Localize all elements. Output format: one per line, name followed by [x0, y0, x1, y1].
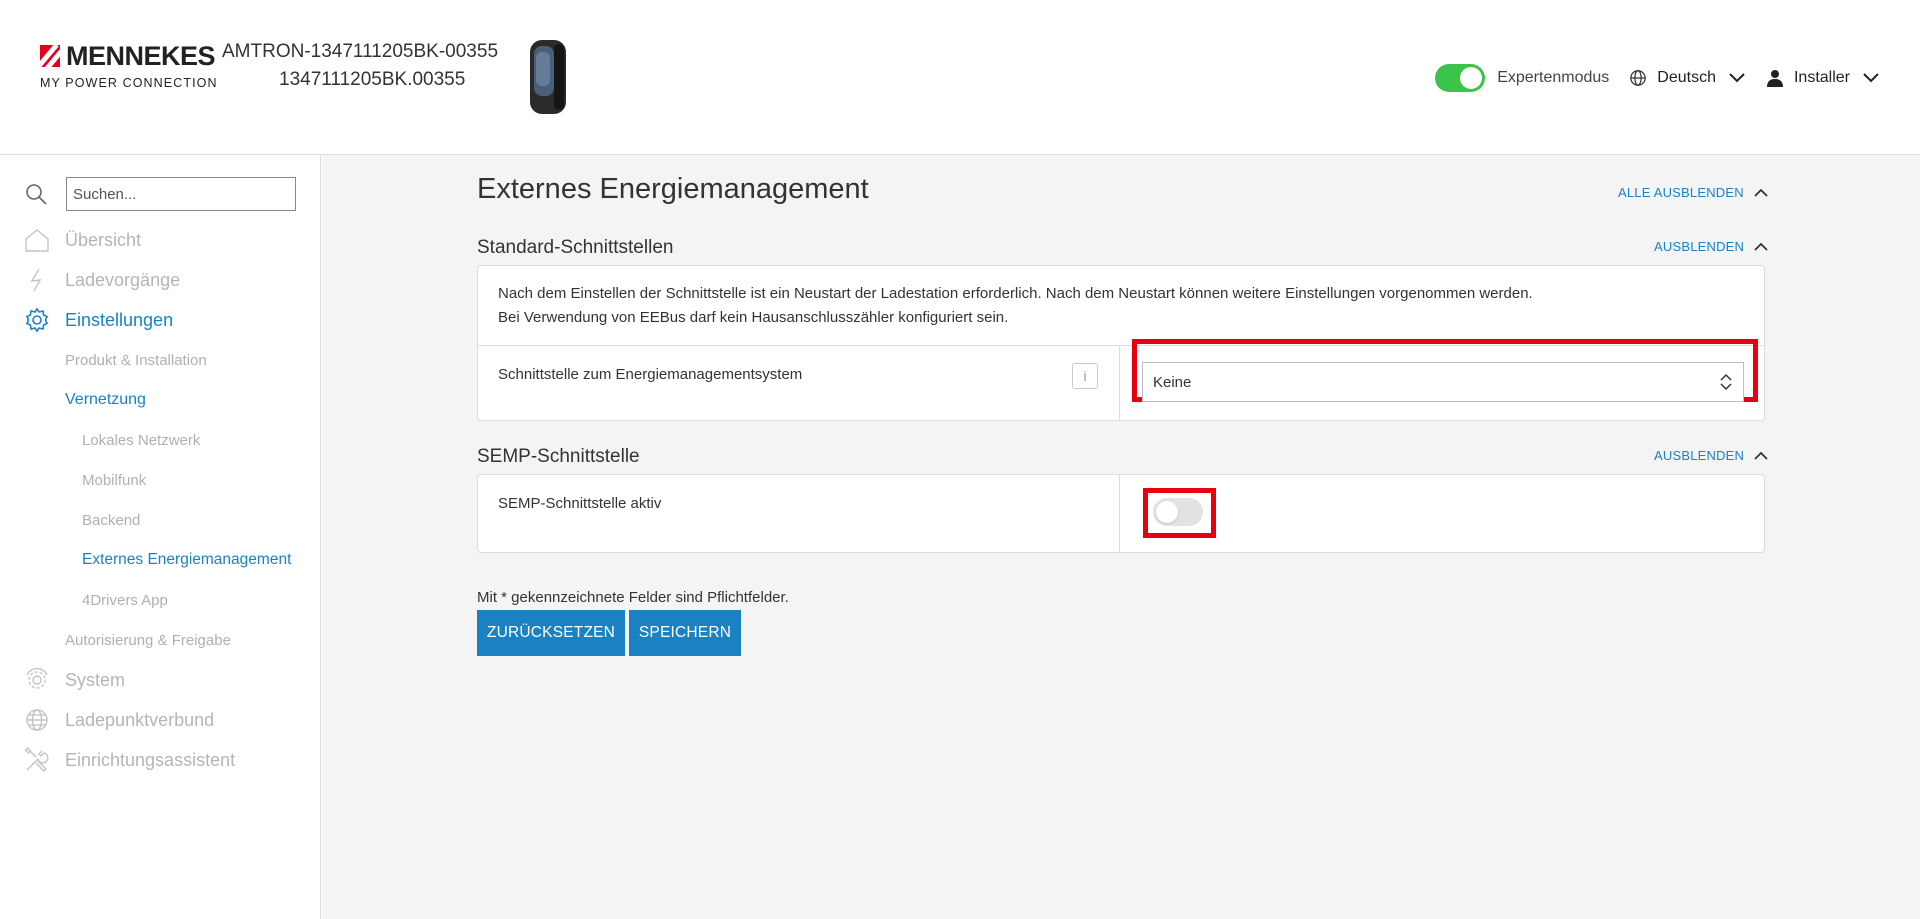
- collapse-all-label: ALLE AUSBLENDEN: [1618, 185, 1744, 200]
- expert-mode-toggle[interactable]: [1435, 64, 1486, 92]
- eebus-note-line: Bei Verwendung von EEBus darf kein Hausa…: [498, 309, 1009, 326]
- collapse-section-button[interactable]: AUSBLENDEN: [1654, 239, 1768, 254]
- expert-mode-label: Expertenmodus: [1497, 69, 1610, 86]
- row-label: Schnittstelle zum Energiemanagementsyste…: [498, 366, 803, 383]
- tools-icon: [24, 747, 49, 772]
- sidebar-item-4drivers-app[interactable]: 4Drivers App: [82, 585, 168, 615]
- lightning-icon: [30, 268, 42, 292]
- mennekes-logo[interactable]: MENNEKES MY POWER CONNECTION: [40, 41, 218, 90]
- sidebar-item-label: Externes Energiemanagement: [82, 551, 292, 568]
- semp-panel: SEMP-Schnittstelle aktiv: [477, 474, 1765, 553]
- globe-icon: [1630, 70, 1647, 86]
- sidebar-item-label: Produkt & Installation: [65, 351, 207, 369]
- sidebar-item-system[interactable]: System: [24, 665, 125, 695]
- search-input[interactable]: [66, 177, 296, 211]
- page-title: Externes Energiemanagement: [477, 173, 869, 205]
- sidebar-item-label: Übersicht: [65, 229, 142, 250]
- section-title-semp: SEMP-Schnittstelle: [477, 446, 640, 467]
- gear-icon: [25, 307, 49, 333]
- collapse-section-button[interactable]: AUSBLENDEN: [1654, 448, 1768, 463]
- section-title-standard-schnittstellen: Standard-Schnittstellen: [477, 237, 674, 258]
- collapse-section-label: AUSBLENDEN: [1654, 448, 1745, 463]
- device-name: AMTRON-1347111205BK-00355: [222, 41, 499, 62]
- reset-button[interactable]: ZURÜCKSETZEN: [477, 610, 625, 656]
- chevron-up-icon: [1754, 188, 1768, 197]
- semp-active-toggle[interactable]: [1153, 498, 1203, 526]
- chevron-down-icon: [1863, 73, 1879, 83]
- logo-word: MENNEKES: [65, 41, 216, 71]
- restart-note: Nach dem Einstellen der Schnittstelle is…: [498, 282, 1533, 330]
- sidebar-item-ladepunktverbund[interactable]: Ladepunktverbund: [24, 705, 214, 735]
- chevron-up-icon: [1754, 451, 1768, 460]
- sidebar: Übersicht Ladevorgänge Einstellungen Pro…: [0, 155, 321, 919]
- sidebar-item-einstellungen[interactable]: Einstellungen: [24, 305, 173, 335]
- sidebar-item-autorisierung-freigabe[interactable]: Autorisierung & Freigabe: [65, 625, 231, 655]
- sidebar-item-label: Vernetzung: [65, 391, 146, 408]
- restart-note-line: Nach dem Einstellen der Schnittstelle is…: [498, 285, 1533, 302]
- sidebar-item-label: Lokales Netzwerk: [82, 431, 201, 449]
- chevron-up-icon: [1754, 242, 1768, 251]
- chevron-down-icon: [1729, 73, 1745, 83]
- row-divider: [1119, 346, 1120, 421]
- sidebar-item-label: Einstellungen: [65, 309, 174, 330]
- sidebar-item-label: Ladepunktverbund: [65, 709, 215, 730]
- row-label: SEMP-Schnittstelle aktiv: [498, 495, 662, 512]
- device-serial: 1347111205BK.00355: [279, 69, 466, 90]
- sidebar-item-vernetzung[interactable]: Vernetzung: [65, 385, 146, 415]
- system-icon: [26, 667, 48, 689]
- required-fields-note: Mit * gekennzeichnete Felder sind Pflich…: [477, 589, 789, 606]
- sidebar-item-label: Einrichtungsassistent: [65, 749, 236, 770]
- sidebar-item-ladevorgaenge[interactable]: Ladevorgänge: [24, 265, 180, 295]
- energy-management-interface-select[interactable]: Keine: [1142, 362, 1744, 402]
- sidebar-item-label: 4Drivers App: [82, 591, 168, 609]
- language-selector[interactable]: Deutsch: [1629, 69, 1746, 87]
- user-icon: [1766, 70, 1783, 87]
- user-label: Installer: [1793, 69, 1850, 86]
- sidebar-item-lokales-netzwerk[interactable]: Lokales Netzwerk: [82, 425, 200, 455]
- logo-tagline: MY POWER CONNECTION: [40, 76, 218, 90]
- home-icon: [25, 229, 49, 252]
- select-value: Keine: [1153, 373, 1192, 391]
- main-content: Externes Energiemanagement ALLE AUSBLEND…: [322, 155, 1920, 919]
- row-divider: [1119, 475, 1120, 552]
- sidebar-item-label: System: [65, 669, 126, 690]
- collapse-section-label: AUSBLENDEN: [1654, 239, 1745, 254]
- sidebar-item-uebersicht[interactable]: Übersicht: [24, 225, 141, 255]
- brand-mark-icon: [40, 45, 60, 67]
- search-icon[interactable]: [24, 182, 48, 206]
- sidebar-item-backend[interactable]: Backend: [82, 505, 140, 535]
- sidebar-item-label: Ladevorgänge: [65, 269, 181, 290]
- collapse-all-button[interactable]: ALLE AUSBLENDEN: [1618, 185, 1768, 200]
- sidebar-item-mobilfunk[interactable]: Mobilfunk: [82, 465, 146, 495]
- globe-icon: [26, 709, 48, 731]
- sidebar-item-label: Mobilfunk: [82, 471, 147, 489]
- sort-arrows-icon: [1720, 373, 1732, 391]
- user-menu[interactable]: Installer: [1766, 69, 1880, 87]
- header: MENNEKES MY POWER CONNECTION AMTRON-1347…: [0, 0, 1920, 155]
- charger-device-image: [530, 40, 566, 114]
- sidebar-item-label: Autorisierung & Freigabe: [65, 631, 231, 649]
- language-label: Deutsch: [1657, 69, 1716, 86]
- sidebar-item-produkt-installation[interactable]: Produkt & Installation: [65, 345, 207, 375]
- sidebar-item-einrichtungsassistent[interactable]: Einrichtungsassistent: [24, 745, 235, 775]
- info-button[interactable]: i: [1072, 363, 1098, 389]
- sidebar-item-externes-energiemanagement[interactable]: Externes Energiemanagement: [82, 545, 291, 575]
- sidebar-item-label: Backend: [82, 511, 141, 529]
- save-button[interactable]: SPEICHERN: [629, 610, 741, 656]
